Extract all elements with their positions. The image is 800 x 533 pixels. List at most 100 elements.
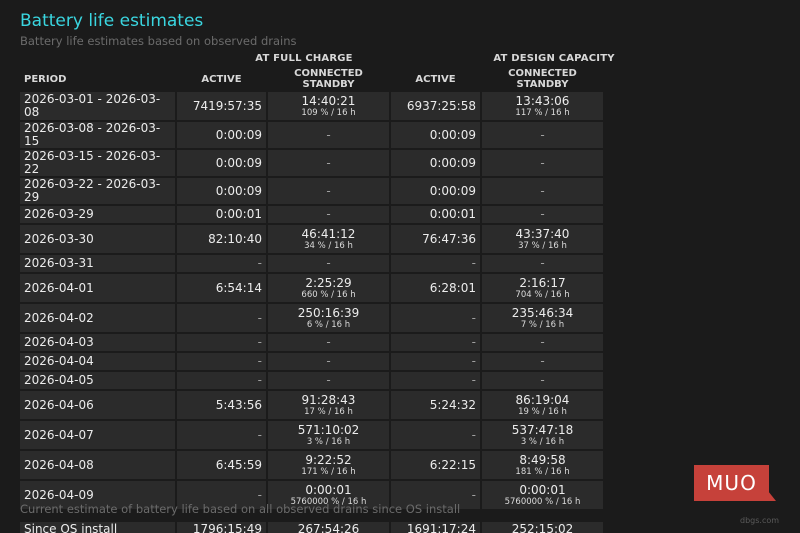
active-design-cell-value: - xyxy=(471,373,476,387)
standby-full-cell-value: 0:00:01 xyxy=(305,482,352,497)
active-full-cell-value: 0:00:01 xyxy=(215,207,262,221)
standby-design-cell-value: - xyxy=(540,155,545,170)
standby-design-cell: - xyxy=(482,150,603,176)
column-header-standby-full: CONNECTED STANDBY xyxy=(294,68,363,90)
period-cell-value: 2026-04-02 xyxy=(24,310,94,325)
table-row: 2026-04-01 6:54:14 2:25:29 660 % / 16 h 6:28… xyxy=(20,274,603,302)
active-full-cell-value: - xyxy=(257,335,262,349)
table-body: 2026-03-01 - 2026-03-08 7419:57:35 14:40:2… xyxy=(20,92,603,509)
table-row: 2026-03-01 - 2026-03-08 7419:57:35 14:40:2… xyxy=(20,92,603,120)
period-cell-value: 2026-03-15 - 2026-03-22 xyxy=(24,149,161,176)
standby-design-cell-value: 0:00:01 xyxy=(519,482,566,497)
standby-design-cell-value: - xyxy=(540,373,545,387)
standby-design-cell: - xyxy=(482,178,603,204)
standby-full-cell-ratio: 6 % / 16 h xyxy=(306,319,351,330)
active-design-cell: - xyxy=(391,353,480,370)
active-full-cell: 6:45:59 xyxy=(177,451,266,479)
table-row: 2026-04-06 5:43:56 91:28:43 17 % / 16 h 5:24… xyxy=(20,391,603,419)
table-row: 2026-03-15 - 2026-03-22 0:00:09 - 0:00:09 - xyxy=(20,150,603,176)
period-cell-value: 2026-03-30 xyxy=(24,231,94,246)
standby-full-cell-value: - xyxy=(326,354,331,368)
standby-design-cell-value: - xyxy=(540,183,545,198)
standby-design-cell-value: - xyxy=(540,207,545,221)
standby-full-cell-value: 9:22:52 xyxy=(305,452,352,467)
standby-design-cell: 0:00:01 5760000 % / 16 h xyxy=(482,481,603,509)
standby-full-cell-value: 571:10:02 xyxy=(297,422,360,437)
active-design-cell-value: 0:00:01 xyxy=(429,207,476,221)
active-full-cell: - xyxy=(177,255,266,272)
standby-design-cell-ratio: 3 % / 16 h xyxy=(520,436,565,447)
active-design-cell: 0:00:09 xyxy=(391,150,480,176)
active-full-cell-value: 5:43:56 xyxy=(215,397,262,412)
standby-design-cell-value: - xyxy=(540,256,545,270)
standby-design-cell-value: 43:37:40 xyxy=(515,226,570,241)
period-cell: 2026-04-02 xyxy=(20,304,175,332)
battery-estimates-table: PERIOD ACTIVE CONNECTED STANDBY ACTIVE C… xyxy=(18,66,605,511)
standby-design-cell: - xyxy=(482,372,603,389)
battery-report-page: Battery life estimates Battery life esti… xyxy=(0,0,800,533)
standby-design-cell-ratio: 7 % / 16 h xyxy=(520,319,565,330)
active-design-cell-value: 5:24:32 xyxy=(429,397,476,412)
standby-design-cell-value: 235:46:34 xyxy=(511,305,574,320)
active-full-cell-value: - xyxy=(257,256,262,270)
table-row: 2026-04-03 - - - - xyxy=(20,334,603,351)
standby-design-cell-ratio: 37 % / 16 h xyxy=(518,240,567,251)
standby-full-cell: - xyxy=(268,353,389,370)
standby-design-cell-value: 86:19:04 xyxy=(515,392,570,407)
standby-full-cell-value: 14:40:21 xyxy=(301,93,356,108)
active-design-cell-value: - xyxy=(471,487,476,502)
period-cell-value: 2026-03-29 xyxy=(24,207,94,221)
active-design-cell-value: 76:47:36 xyxy=(422,231,476,246)
current-estimate-caption: Current estimate of battery life based o… xyxy=(20,502,461,516)
active-full-cell: - xyxy=(177,421,266,449)
active-design-cell: 6937:25:58 xyxy=(391,92,480,120)
table-row: 2026-04-05 - - - - xyxy=(20,372,603,389)
standby-full-cell-value: - xyxy=(326,373,331,387)
period-cell: 2026-03-01 - 2026-03-08 xyxy=(20,92,175,120)
period-cell-value: 2026-04-06 xyxy=(24,397,94,412)
standby-full-cell: - xyxy=(268,150,389,176)
standby-full-cell: - xyxy=(268,206,389,223)
active-full-cell: - xyxy=(177,353,266,370)
since-standby-design-cell: 252:15:02 xyxy=(482,522,603,533)
period-cell: 2026-04-01 xyxy=(20,274,175,302)
standby-full-cell-value: 250:16:39 xyxy=(297,305,360,320)
standby-design-cell: - xyxy=(482,206,603,223)
period-cell: 2026-03-31 xyxy=(20,255,175,272)
since-standby-full-cell: 267:54:26 xyxy=(268,522,389,533)
standby-design-cell: 43:37:40 37 % / 16 h xyxy=(482,225,603,253)
period-cell: 2026-03-08 - 2026-03-15 xyxy=(20,122,175,148)
standby-design-cell-value: - xyxy=(540,127,545,142)
active-design-cell: 76:47:36 xyxy=(391,225,480,253)
standby-design-cell-value: - xyxy=(540,335,545,349)
period-cell: 2026-03-15 - 2026-03-22 xyxy=(20,150,175,176)
group-header-design-capacity: AT DESIGN CAPACITY xyxy=(493,53,615,64)
standby-full-cell-value: 46:41:12 xyxy=(301,226,356,241)
table-row: 2026-04-02-250:16:39 6 % / 16 h -235:46:34… xyxy=(20,304,603,332)
muo-logo: MUO xyxy=(694,465,776,501)
standby-design-cell: - xyxy=(482,255,603,272)
standby-full-cell-value: - xyxy=(326,155,331,170)
table-row: 2026-03-30 82:10:40 46:41:12 34 % / 16 h 76:… xyxy=(20,225,603,253)
active-design-cell-value: 0:00:09 xyxy=(429,183,476,198)
column-header-active-full: ACTIVE xyxy=(201,73,242,85)
active-full-cell: 0:00:09 xyxy=(177,122,266,148)
period-cell-value: 2026-03-31 xyxy=(24,256,94,270)
period-cell: 2026-03-30 xyxy=(20,225,175,253)
standby-full-cell: 571:10:02 3 % / 16 h xyxy=(268,421,389,449)
column-header-period: PERIOD xyxy=(24,73,67,85)
active-full-cell: 5:43:56 xyxy=(177,391,266,419)
active-design-cell: - xyxy=(391,304,480,332)
standby-full-cell-value: 2:25:29 xyxy=(305,275,352,290)
active-design-cell: - xyxy=(391,372,480,389)
period-cell: 2026-04-03 xyxy=(20,334,175,351)
standby-full-cell-ratio: 171 % / 16 h xyxy=(301,466,356,477)
period-cell-value: 2026-04-09 xyxy=(24,487,94,502)
period-cell-value: 2026-03-08 - 2026-03-15 xyxy=(24,121,161,148)
standby-full-cell: 91:28:43 17 % / 16 h xyxy=(268,391,389,419)
active-full-cell: - xyxy=(177,372,266,389)
standby-full-cell-value: - xyxy=(326,183,331,198)
active-design-cell-value: - xyxy=(471,310,476,325)
standby-design-cell: 86:19:04 19 % / 16 h xyxy=(482,391,603,419)
standby-design-cell: 13:43:06 117 % / 16 h xyxy=(482,92,603,120)
